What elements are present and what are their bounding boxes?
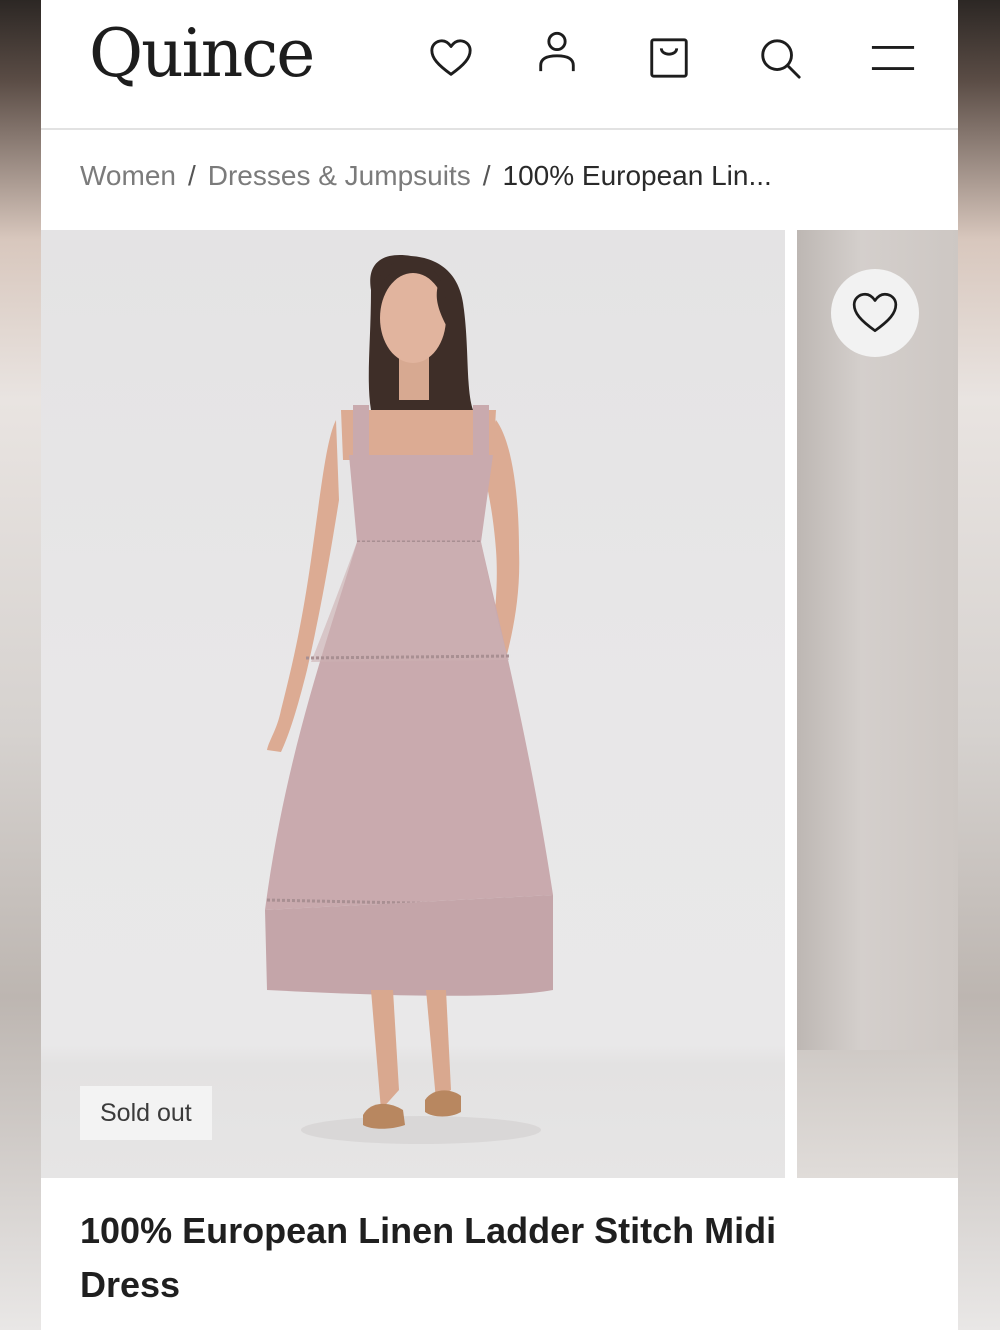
heart-icon [430, 39, 472, 76]
search-button[interactable] [754, 32, 806, 84]
menu-button[interactable] [867, 32, 919, 84]
account-button[interactable] [531, 26, 583, 78]
logo[interactable]: Quince [89, 14, 315, 94]
product-title: 100% European Linen Ladder Stitch Midi D… [80, 1210, 777, 1305]
breadcrumb-item-women[interactable]: Women [80, 160, 176, 192]
cart-button[interactable] [643, 32, 695, 84]
breadcrumb-item-dresses[interactable]: Dresses & Jumpsuits [208, 160, 471, 192]
product-image[interactable]: Sold out [41, 230, 785, 1178]
breadcrumb-item-current: 100% European Lin... [502, 160, 772, 191]
product-page: Quince Women / Dresses & Jumpsuits / 100… [41, 0, 958, 1330]
menu-icon [871, 46, 915, 70]
breadcrumb-separator: / [482, 160, 491, 191]
sold-out-badge: Sold out [80, 1086, 212, 1140]
next-product-image[interactable] [797, 230, 958, 1178]
account-icon [539, 31, 575, 72]
wishlist-button[interactable] [425, 32, 477, 84]
model-photo [265, 255, 553, 1144]
breadcrumb-separator: / [187, 160, 196, 191]
product-gallery[interactable]: Sold out [41, 230, 958, 1180]
add-to-wishlist-button[interactable] [831, 269, 919, 357]
heart-icon [852, 292, 898, 333]
site-header: Quince [41, 0, 958, 130]
breadcrumb: Women / Dresses & Jumpsuits / 100% Europ… [80, 160, 772, 192]
bag-icon [650, 38, 688, 78]
search-icon [761, 39, 801, 79]
